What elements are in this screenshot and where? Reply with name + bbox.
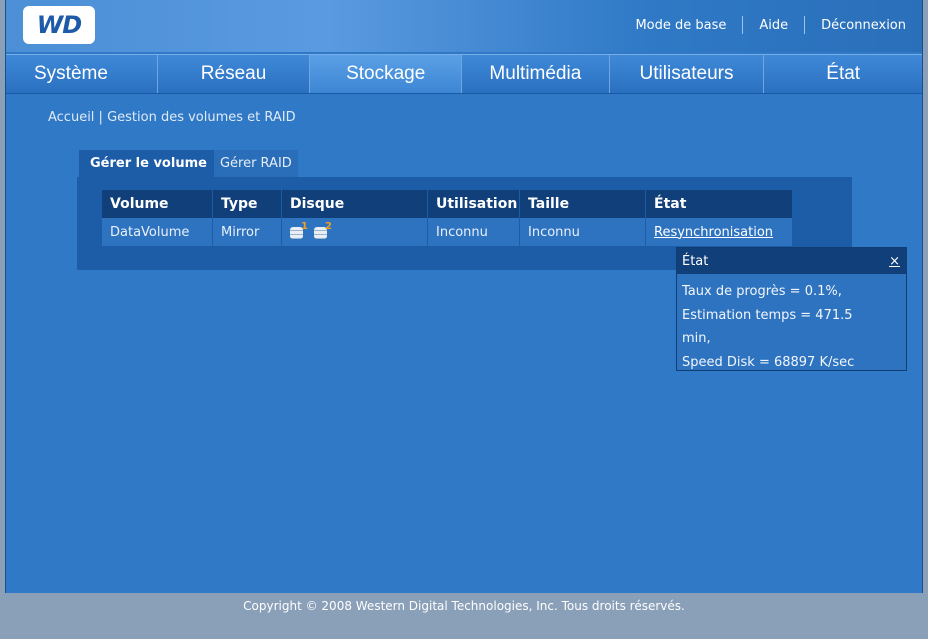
tab-etat[interactable]: État xyxy=(764,55,922,93)
close-icon[interactable]: × xyxy=(889,254,900,269)
main-nav: Système Réseau Stockage Multimédia Utili… xyxy=(6,54,922,94)
disk-number: 1 xyxy=(301,221,308,232)
col-status: État xyxy=(654,196,687,212)
footer: Copyright © 2008 Western Digital Technol… xyxy=(0,593,928,639)
col-type: Type xyxy=(213,190,282,218)
tab-multimedia[interactable]: Multimédia xyxy=(462,55,610,93)
logo-text: WD xyxy=(36,11,82,39)
copyright-text: Copyright © 2008 Western Digital Technol… xyxy=(243,599,685,613)
basic-mode-link[interactable]: Mode de base xyxy=(619,18,742,33)
volume-table: Volume Type Disque Utilisation Taille Ét… xyxy=(102,190,792,246)
cell-disks: 1 2 xyxy=(282,218,428,246)
estimate-unit-line: min, xyxy=(682,331,711,346)
disk-stack-icon[interactable]: 1 xyxy=(290,221,308,240)
subtabs: Gérer le volume Gérer RAID xyxy=(79,150,298,177)
help-link[interactable]: Aide xyxy=(743,18,804,33)
cell-usage: Inconnu xyxy=(428,218,520,246)
tab-utilisateurs[interactable]: Utilisateurs xyxy=(610,55,765,93)
tab-stockage[interactable]: Stockage xyxy=(310,55,463,93)
subtab-manage-raid[interactable]: Gérer RAID xyxy=(213,150,298,177)
wd-logo[interactable]: WD xyxy=(23,6,95,44)
popup-title: État xyxy=(682,253,709,269)
estimate-line: Estimation temps = 471.5 xyxy=(682,307,853,323)
disk-stack-icon[interactable]: 2 xyxy=(314,221,332,240)
status-popup: État × Taux de progrès = 0.1%, Estimatio… xyxy=(676,247,907,371)
cell-size: Inconnu xyxy=(520,218,646,246)
tab-systeme[interactable]: Système xyxy=(6,55,158,93)
speed-line: Speed Disk = 68897 K/sec xyxy=(682,354,855,370)
progress-line: Taux de progrès = 0.1%, xyxy=(682,284,842,299)
col-usage: Utilisation xyxy=(428,190,520,218)
logout-link[interactable]: Déconnexion xyxy=(805,18,922,33)
tab-reseau[interactable]: Réseau xyxy=(158,55,311,93)
popup-body: Taux de progrès = 0.1%, Estimation temps… xyxy=(677,274,906,380)
table-row: DataVolume Mirror 1 2 Inconnu Inconnu Re… xyxy=(102,218,792,246)
cell-status: Resynchronisation xyxy=(646,218,792,246)
popup-title-bar: État × xyxy=(677,248,906,274)
table-header: Volume Type Disque Utilisation Taille Ét… xyxy=(102,190,792,218)
disk-number: 2 xyxy=(325,221,332,232)
main-frame: WD Mode de base Aide Déconnexion Système… xyxy=(5,0,923,593)
header: WD Mode de base Aide Déconnexion xyxy=(6,0,922,52)
top-links: Mode de base Aide Déconnexion xyxy=(619,14,922,36)
col-disk: Disque xyxy=(282,190,428,218)
resync-status-link[interactable]: Resynchronisation xyxy=(654,225,773,240)
breadcrumb: Accueil | Gestion des volumes et RAID xyxy=(48,110,296,125)
cell-volume: DataVolume xyxy=(102,218,213,246)
cell-type: Mirror xyxy=(213,218,282,246)
col-volume: Volume xyxy=(102,190,213,218)
subtab-manage-volume[interactable]: Gérer le volume xyxy=(79,150,214,177)
col-size: Taille xyxy=(520,190,646,218)
